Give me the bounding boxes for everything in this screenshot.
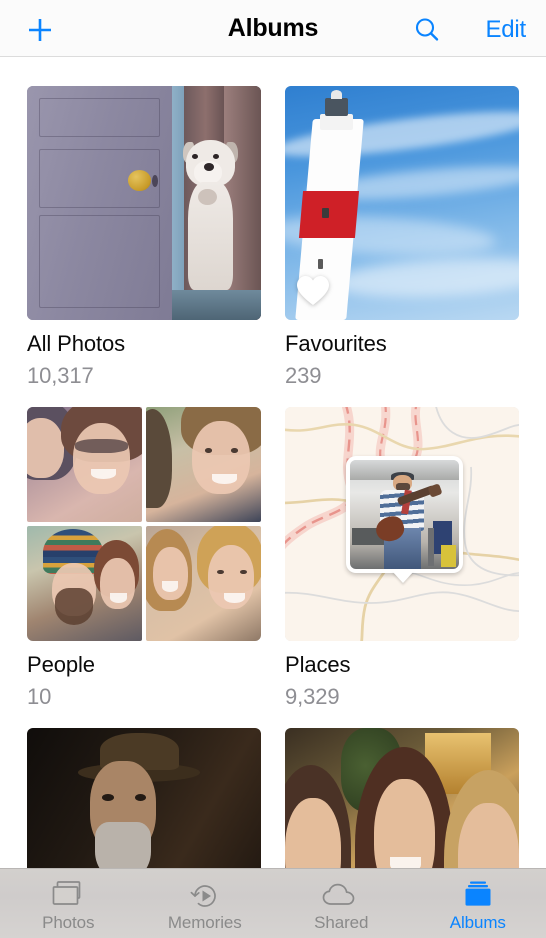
map-photo-pin[interactable] [345, 456, 463, 584]
albums-row: All Photos 10,317 Favourites 239 [27, 86, 519, 389]
memories-play-icon [189, 878, 221, 910]
search-button[interactable] [408, 11, 446, 49]
album-card-places[interactable]: Places 9,329 [285, 407, 519, 710]
group-selfie-photo [285, 728, 519, 868]
album-count: 10,317 [27, 363, 94, 388]
album-card-people[interactable]: People 10 [27, 407, 261, 710]
albums-row: People 10 Places 9,329 [27, 407, 519, 710]
photos-app-screen: Albums Edit All Photos 10,317 Favourites… [0, 0, 546, 938]
tab-label: Albums [449, 913, 506, 932]
album-thumbnail[interactable] [285, 407, 519, 641]
dark-portrait-photo [27, 728, 261, 868]
navigation-bar: Albums Edit [0, 0, 546, 57]
places-map-photo [285, 407, 519, 641]
album-card-all-photos[interactable]: All Photos 10,317 [27, 86, 261, 389]
album-count: 9,329 [285, 684, 340, 709]
albums-row [27, 728, 519, 868]
photos-stack-icon [51, 878, 85, 910]
pin-thumbnail [349, 460, 459, 570]
album-card-partial-left[interactable] [27, 728, 261, 868]
pin-tail [392, 571, 415, 584]
album-count: 239 [285, 363, 322, 388]
tab-label: Memories [167, 913, 242, 932]
album-count: 10 [27, 684, 52, 709]
album-card-favourites[interactable]: Favourites 239 [285, 86, 519, 389]
album-name: People [27, 652, 95, 677]
tab-label: Shared [314, 913, 369, 932]
album-card-partial-right[interactable] [285, 728, 519, 868]
album-name: Favourites [285, 331, 387, 356]
tab-shared[interactable]: Shared [273, 869, 410, 938]
album-name: All Photos [27, 331, 126, 356]
cloud-icon [322, 878, 360, 910]
album-thumbnail[interactable] [285, 728, 519, 868]
edit-button[interactable]: Edit [485, 12, 526, 48]
albums-stack-icon [461, 878, 495, 910]
album-thumbnail[interactable] [27, 407, 261, 641]
door-dog-photo [27, 86, 261, 320]
tab-bar: Photos Memories Shared Albums [0, 868, 546, 938]
tab-memories[interactable]: Memories [137, 869, 274, 938]
album-thumbnail[interactable] [285, 86, 519, 320]
album-thumbnail[interactable] [27, 86, 261, 320]
album-thumbnail[interactable] [27, 728, 261, 868]
page-title: Albums [227, 14, 319, 42]
albums-grid[interactable]: All Photos 10,317 Favourites 239 People … [0, 57, 546, 868]
people-collage-photo [27, 407, 261, 641]
album-name: Places [285, 652, 351, 677]
tab-photos[interactable]: Photos [0, 869, 137, 938]
heart-icon [297, 276, 329, 305]
tab-albums[interactable]: Albums [410, 869, 546, 938]
tab-label: Photos [42, 913, 95, 932]
search-icon [415, 18, 439, 41]
